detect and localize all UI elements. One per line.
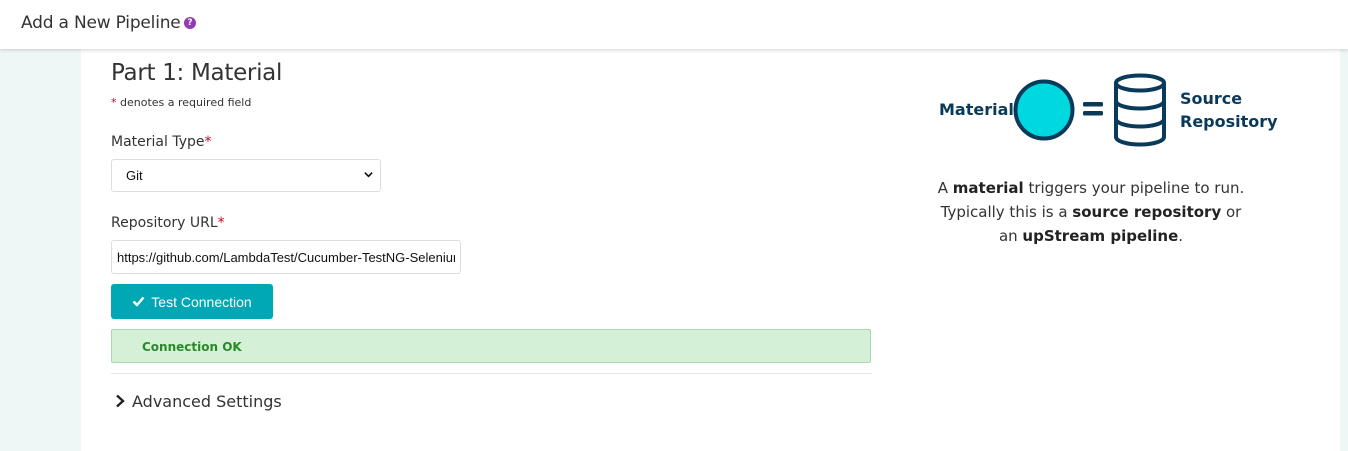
section-title: Part 1: Material — [111, 60, 283, 86]
material-type-select[interactable]: Git — [111, 159, 381, 192]
required-note-text: denotes a required field — [120, 96, 252, 109]
test-connection-button[interactable]: Test Connection — [111, 284, 273, 319]
explain-text: Typically this is a — [940, 203, 1073, 221]
test-connection-label: Test Connection — [151, 293, 252, 310]
page-header: Add a New Pipeline ? — [0, 0, 1348, 49]
explanation-line-3: an upStream pipeline. — [921, 224, 1261, 248]
database-icon — [1114, 73, 1166, 147]
material-type-value: Git — [126, 168, 143, 183]
required-star: * — [111, 96, 117, 109]
check-icon — [132, 296, 145, 307]
diagram-material-label: Material — [939, 100, 1014, 119]
chevron-right-icon — [116, 394, 125, 408]
required-star: * — [204, 134, 212, 150]
diagram-source-label: Source Repository — [1180, 87, 1278, 133]
repository-url-input[interactable] — [111, 240, 461, 274]
connection-status-alert: Connection OK — [111, 329, 871, 363]
help-icon[interactable]: ? — [184, 17, 196, 29]
explain-text: or — [1221, 203, 1242, 221]
required-note: * denotes a required field — [111, 96, 251, 109]
material-type-label: Material Type* — [111, 134, 211, 150]
page-title: Add a New Pipeline — [21, 13, 181, 33]
explain-text: A — [937, 179, 953, 197]
repository-url-label-text: Repository URL — [111, 215, 218, 231]
material-diagram: Material Source Repository — [937, 71, 1278, 151]
explanation-line-1: A material triggers your pipeline to run… — [921, 176, 1261, 200]
explain-text: an — [998, 227, 1023, 245]
explain-bold: upStream pipeline — [1022, 227, 1179, 245]
explanation-line-2: Typically this is a source repository or — [921, 200, 1261, 224]
explain-bold: material — [952, 179, 1024, 197]
equals-icon — [1083, 102, 1103, 116]
explain-text: . — [1178, 227, 1184, 245]
advanced-settings-label: Advanced Settings — [132, 391, 282, 411]
diagram-source-line1: Source — [1180, 89, 1243, 108]
material-explanation: A material triggers your pipeline to run… — [921, 176, 1261, 248]
advanced-settings-toggle[interactable]: Advanced Settings — [115, 391, 282, 411]
material-type-label-text: Material Type — [111, 134, 205, 150]
chevron-down-icon — [364, 172, 373, 178]
material-circle-icon — [1013, 79, 1075, 141]
explain-bold: source repository — [1072, 203, 1222, 221]
required-star: * — [217, 215, 225, 231]
divider — [111, 373, 872, 374]
diagram-source-line2: Repository — [1180, 112, 1278, 131]
connection-status-text: Connection OK — [142, 340, 242, 354]
explain-text: triggers your pipeline to run. — [1023, 179, 1245, 197]
material-panel: Part 1: Material * denotes a required fi… — [81, 49, 1340, 451]
repository-url-label: Repository URL* — [111, 215, 225, 231]
